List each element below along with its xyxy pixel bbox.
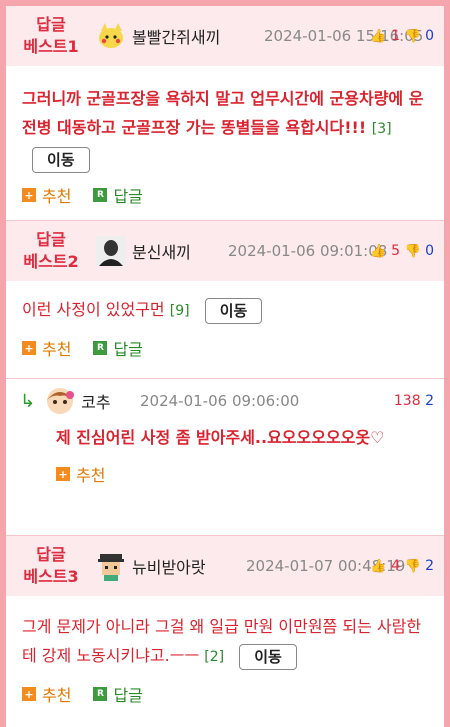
comment-actions: + 추천 R 답글: [6, 326, 444, 372]
avatar[interactable]: [96, 236, 126, 266]
reply-arrow-icon: ↳: [20, 390, 36, 412]
recommend-label: 추천: [42, 340, 72, 359]
downvote-count: 0: [425, 28, 434, 44]
downvote-count: 2: [425, 393, 434, 409]
upvote-count: 4: [391, 558, 400, 574]
reply-icon: R: [93, 188, 108, 202]
reply-label: 답글: [113, 686, 143, 705]
vote-counts: 👍 4 👎 2: [370, 558, 434, 574]
reply-button[interactable]: R 답글: [93, 682, 143, 706]
timestamp: 2024-01-06 09:06:00: [140, 392, 300, 410]
comment-text-content: 이런 사정이 있었구먼: [22, 300, 165, 319]
avatar[interactable]: [45, 386, 75, 416]
reply-text: 제 진심어린 사정 좀 받아주세..요오오오오오옷♡: [56, 428, 385, 447]
reply-label: 답글: [113, 340, 143, 359]
nickname[interactable]: 코추: [81, 389, 110, 413]
thumbs-down-icon[interactable]: 👎: [404, 29, 420, 44]
recommend-label: 추천: [42, 187, 72, 206]
best-badge-line2: 베스트1: [23, 37, 79, 56]
reply-icon: R: [93, 341, 108, 355]
downvote-count: 0: [425, 243, 434, 259]
reply-button[interactable]: R 답글: [93, 183, 143, 207]
comment-text: 그게 문제가 아니라 그걸 왜 일급 만원 이만원쯤 되는 사람한테 강제 노동…: [22, 606, 428, 672]
recommend-label: 추천: [42, 686, 72, 705]
comment-body: 그게 문제가 아니라 그걸 왜 일급 만원 이만원쯤 되는 사람한테 강제 노동…: [6, 596, 444, 672]
thumbs-up-icon[interactable]: 👍: [370, 29, 386, 44]
avatar[interactable]: [96, 21, 126, 51]
best-badge-line1: 답글: [36, 230, 66, 249]
plus-icon: +: [22, 687, 36, 701]
reply-comment: ↳ 코추 2024-01-06 09:06:00 138 2 제 진심어린 사정…: [6, 379, 444, 536]
comment-header: 답글 베스트2 분신새끼 2024-01-06 09:01:08 👍 5 👎 0: [6, 221, 444, 281]
reply-count: [3]: [371, 121, 392, 137]
comment-body: 이런 사정이 있었구먼 [9] 이동: [6, 281, 444, 326]
nickname[interactable]: 분신새끼: [132, 239, 191, 263]
reply-button[interactable]: R 답글: [93, 336, 143, 360]
downvote-count: 2: [425, 558, 434, 574]
move-button[interactable]: 이동: [32, 146, 90, 173]
comment-list: 답글 베스트1 볼빨간쥐새끼 2024-01-06 15:16:05 👍 1 👎…: [6, 6, 444, 727]
recommend-button[interactable]: + 추천: [22, 682, 71, 706]
thumbs-down-icon[interactable]: 👎: [404, 559, 420, 574]
recommend-button[interactable]: + 추천: [22, 183, 71, 207]
upvote-count: 138: [393, 393, 421, 409]
reply-label: 답글: [113, 187, 143, 206]
reply-actions: + 추천: [6, 452, 444, 498]
best-badge: 답글 베스트3: [6, 544, 96, 588]
best-badge-line2: 베스트2: [23, 252, 79, 271]
timestamp: 2024-01-06 09:01:08: [228, 242, 388, 260]
comment-text: 그러니까 군골프장을 욕하지 말고 업무시간에 군용차량에 운전병 대동하고 군…: [22, 76, 428, 173]
best-badge-line2: 베스트3: [23, 567, 79, 586]
reply-count: [2]: [204, 649, 225, 665]
comment-header: 답글 베스트3 뉴비받아랏 2024-01-07 00:48:19 👍 4 👎: [6, 536, 444, 596]
plus-icon: +: [56, 467, 70, 481]
plus-icon: +: [22, 341, 36, 355]
reply-body: 제 진심어린 사정 좀 받아주세..요오오오오오옷♡: [6, 423, 444, 452]
thumbs-up-icon[interactable]: 👍: [370, 559, 386, 574]
vote-counts: 👍 5 👎 0: [370, 243, 434, 259]
best-comment-1: 답글 베스트1 볼빨간쥐새끼 2024-01-06 15:16:05 👍 1 👎…: [6, 6, 444, 221]
upvote-count: 1: [391, 28, 400, 44]
best-badge: 답글 베스트1: [6, 14, 96, 58]
best-comment-3: 답글 베스트3 뉴비받아랏 2024-01-07 00:48:19 👍 4 👎: [6, 536, 444, 727]
plus-icon: +: [22, 188, 36, 202]
thumbs-down-icon[interactable]: 👎: [404, 244, 420, 259]
vote-counts: 138 2: [394, 393, 434, 409]
nickname[interactable]: 뉴비받아랏: [132, 554, 206, 578]
best-badge-line1: 답글: [36, 545, 66, 564]
comment-text: 이런 사정이 있었구먼 [9] 이동: [22, 291, 428, 326]
recommend-label: 추천: [76, 466, 106, 485]
comment-body: 그러니까 군골프장을 욕하지 말고 업무시간에 군용차량에 운전병 대동하고 군…: [6, 66, 444, 173]
comment-header: 답글 베스트1 볼빨간쥐새끼 2024-01-06 15:16:05 👍 1 👎…: [6, 6, 444, 66]
comment-actions: + 추천 R 답글: [6, 672, 444, 718]
thumbs-up-icon[interactable]: 👍: [370, 244, 386, 259]
reply-header: ↳ 코추 2024-01-06 09:06:00 138 2: [6, 379, 444, 423]
avatar[interactable]: [96, 551, 126, 581]
recommend-button[interactable]: + 추천: [22, 336, 71, 360]
comment-actions: + 추천 R 답글: [6, 173, 444, 219]
reply-count: [9]: [169, 303, 190, 319]
best-badge: 답글 베스트2: [6, 229, 96, 273]
move-button[interactable]: 이동: [239, 643, 297, 670]
move-button[interactable]: 이동: [204, 297, 263, 324]
nickname[interactable]: 볼빨간쥐새끼: [132, 24, 220, 48]
vote-counts: 👍 1 👎 0: [370, 28, 434, 44]
best-badge-line1: 답글: [36, 15, 66, 34]
recommend-button[interactable]: + 추천: [56, 462, 105, 486]
upvote-count: 5: [391, 243, 400, 259]
comment-text-content: 그러니까 군골프장을 욕하지 말고 업무시간에 군용차량에 운전병 대동하고 군…: [22, 89, 424, 137]
reply-icon: R: [93, 687, 108, 701]
best-comment-2: 답글 베스트2 분신새끼 2024-01-06 09:01:08 👍 5 👎 0: [6, 221, 444, 379]
